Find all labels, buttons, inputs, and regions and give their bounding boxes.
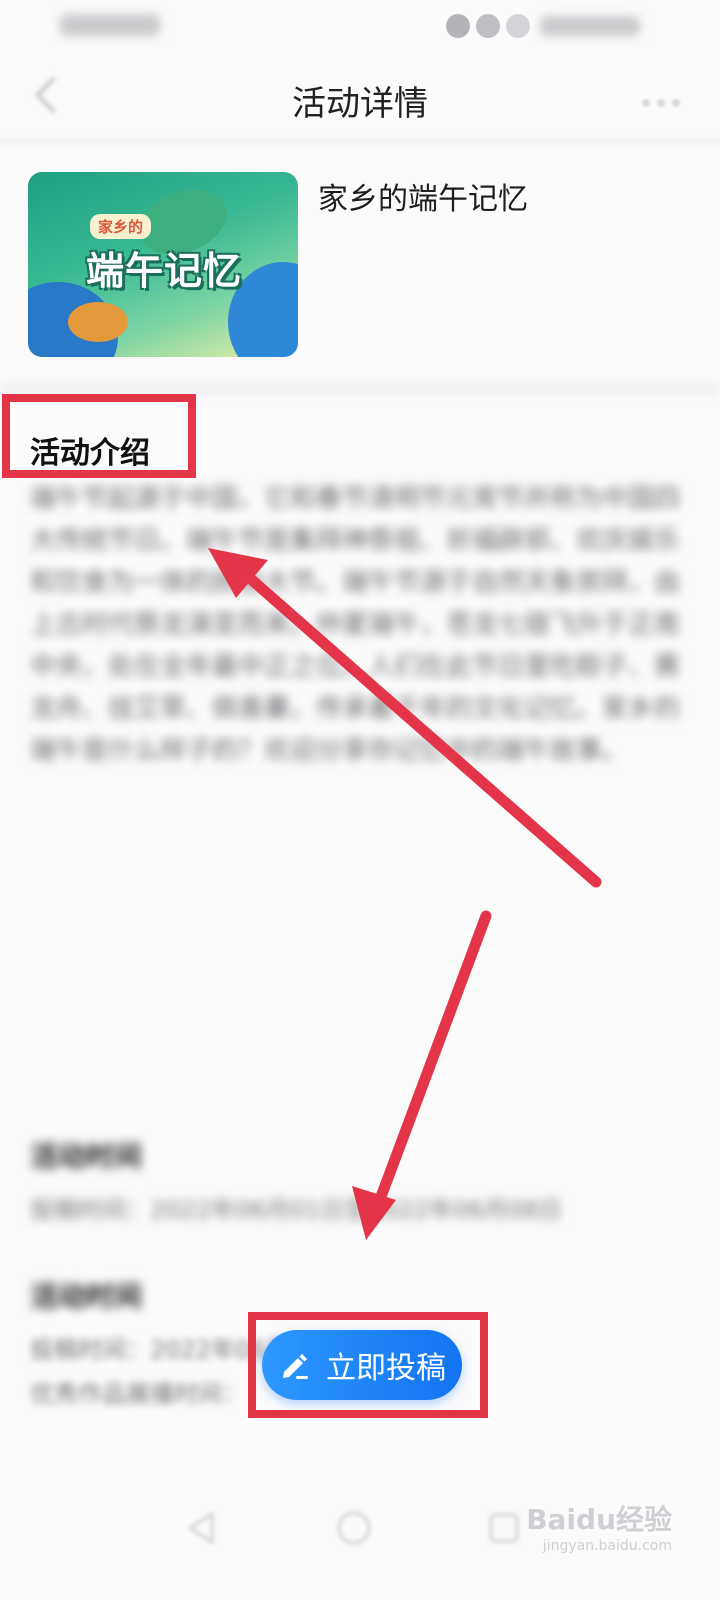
banner-tag: 家乡的 xyxy=(90,214,152,239)
schedule-section-body-2: 优秀作品展播时间： xyxy=(30,1380,246,1408)
dragon-boat xyxy=(68,302,128,342)
nav-bar: 活动详情 xyxy=(0,58,720,138)
banner-headline: 端午记忆 xyxy=(86,249,243,293)
arrow-to-button xyxy=(370,910,492,1216)
eye-icon xyxy=(476,14,500,38)
more-options-icon[interactable] xyxy=(642,92,692,107)
activity-banner-image: 家乡的 端午记忆 xyxy=(28,172,298,357)
status-bar xyxy=(0,0,720,56)
intro-body-text: 端午节起源于中国，它和春节清明节元宵节并称为中国四大传统节日。端午节是集拜神祭祖… xyxy=(30,484,681,766)
time-section-body: 投稿时间：2022年06月01日至2022年06月08日 xyxy=(30,1196,563,1224)
activity-title: 家乡的端午记忆 xyxy=(318,182,528,217)
annotation-box-button xyxy=(248,1312,488,1418)
nav-back-icon[interactable] xyxy=(182,1508,222,1548)
annotation-box-intro xyxy=(2,394,196,478)
nav-recents-icon[interactable] xyxy=(484,1508,524,1548)
time-section-heading: 活动时间 xyxy=(30,1140,143,1173)
schedule-section-heading: 活动时间 xyxy=(30,1280,143,1313)
watermark-url: jingyan.baidu.com xyxy=(542,1538,672,1554)
data-icon xyxy=(446,14,470,38)
watermark-logo: Baidu经验 xyxy=(526,1503,672,1536)
divider xyxy=(0,138,720,144)
nav-home-icon[interactable] xyxy=(334,1508,374,1548)
clock-battery xyxy=(540,16,640,36)
page-title: 活动详情 xyxy=(292,84,428,124)
alarm-icon xyxy=(506,14,530,38)
carrier-signal xyxy=(60,14,160,36)
